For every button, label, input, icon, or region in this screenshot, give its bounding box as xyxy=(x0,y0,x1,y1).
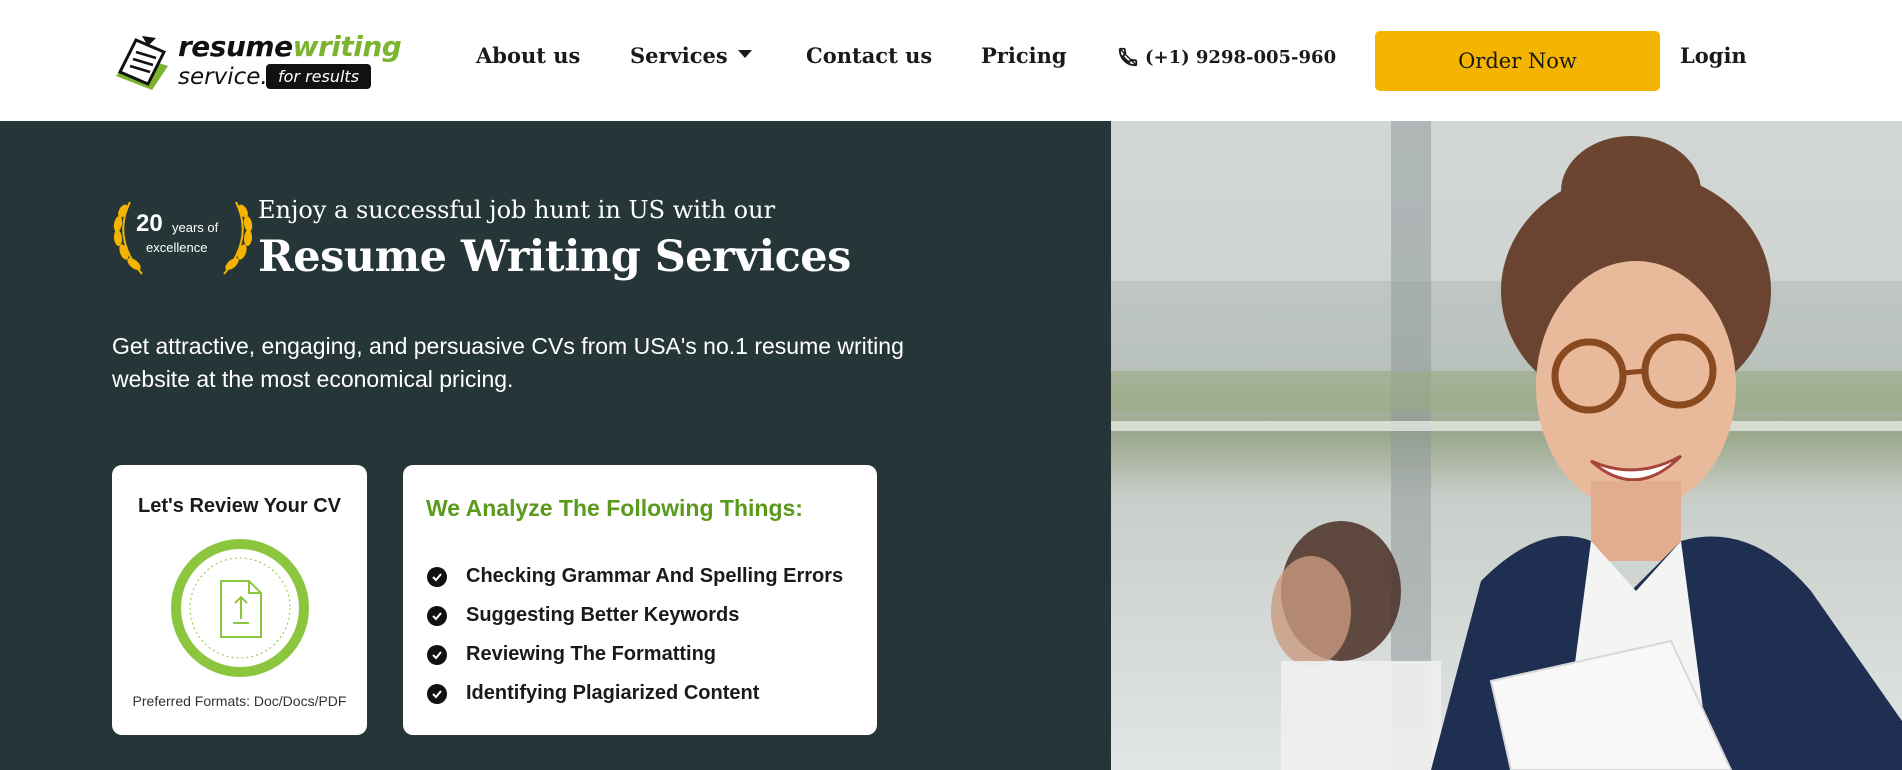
logo-word-service: service. xyxy=(178,64,268,90)
analyze-card: We Analyze The Following Things: Checkin… xyxy=(403,465,877,735)
nav-pricing[interactable]: Pricing xyxy=(981,43,1067,68)
badge-excellence-text: excellence xyxy=(146,240,208,255)
badge-number: 20 xyxy=(136,210,163,237)
nav-services[interactable]: Services xyxy=(630,43,752,68)
laurel-wreath-icon xyxy=(113,201,253,275)
logo-tagline: for results xyxy=(266,64,372,89)
experience-badge: 20 years of excellence xyxy=(112,194,254,278)
hero-tagline: Enjoy a successful job hunt in US with o… xyxy=(258,196,776,224)
site-header: resumewriting service. for results About… xyxy=(0,0,1902,121)
woman-portrait-image xyxy=(1111,121,1902,770)
hero-photo xyxy=(1111,121,1902,770)
list-item: Reviewing The Formatting xyxy=(427,635,843,674)
list-item: Identifying Plagiarized Content xyxy=(427,674,843,713)
phone-link[interactable]: (+1) 9298-005-960 xyxy=(1117,46,1336,68)
analyze-list: Checking Grammar And Spelling Errors Sug… xyxy=(427,557,843,713)
list-item: Checking Grammar And Spelling Errors xyxy=(427,557,843,596)
upload-document-icon[interactable] xyxy=(169,537,311,679)
logo-wordmark: resumewriting xyxy=(178,30,402,63)
nav-contact-us[interactable]: Contact us xyxy=(806,43,932,68)
logo-document-icon xyxy=(116,36,168,90)
site-logo[interactable]: resumewriting service. for results xyxy=(112,30,402,92)
analyze-card-title: We Analyze The Following Things: xyxy=(426,495,803,521)
hero-title: Resume Writing Services xyxy=(258,232,851,282)
review-cv-card[interactable]: Let's Review Your CV Preferred Formats: … xyxy=(112,465,367,735)
check-circle-icon xyxy=(427,683,447,704)
preferred-formats-text: Preferred Formats: Doc/Docs/PDF xyxy=(132,693,347,709)
list-item: Suggesting Better Keywords xyxy=(427,596,843,635)
list-item-label: Checking Grammar And Spelling Errors xyxy=(466,565,844,587)
hero-description: Get attractive, engaging, and persuasive… xyxy=(112,333,904,392)
login-link[interactable]: Login xyxy=(1680,43,1747,68)
check-circle-icon xyxy=(427,566,447,587)
nav-about-us[interactable]: About us xyxy=(476,43,580,68)
list-item-label: Reviewing The Formatting xyxy=(466,643,717,665)
phone-icon xyxy=(1118,47,1138,67)
phone-number: (+1) 9298-005-960 xyxy=(1145,46,1337,68)
order-now-button[interactable]: Order Now xyxy=(1375,31,1660,91)
nav-services-label: Services xyxy=(630,43,728,68)
list-item-label: Identifying Plagiarized Content xyxy=(466,682,760,704)
chevron-down-icon xyxy=(737,50,752,58)
list-item-label: Suggesting Better Keywords xyxy=(466,604,740,626)
check-circle-icon xyxy=(427,605,447,626)
review-card-title: Let's Review Your CV xyxy=(138,495,341,517)
badge-years-text: years of xyxy=(172,220,219,235)
check-circle-icon xyxy=(427,644,447,665)
